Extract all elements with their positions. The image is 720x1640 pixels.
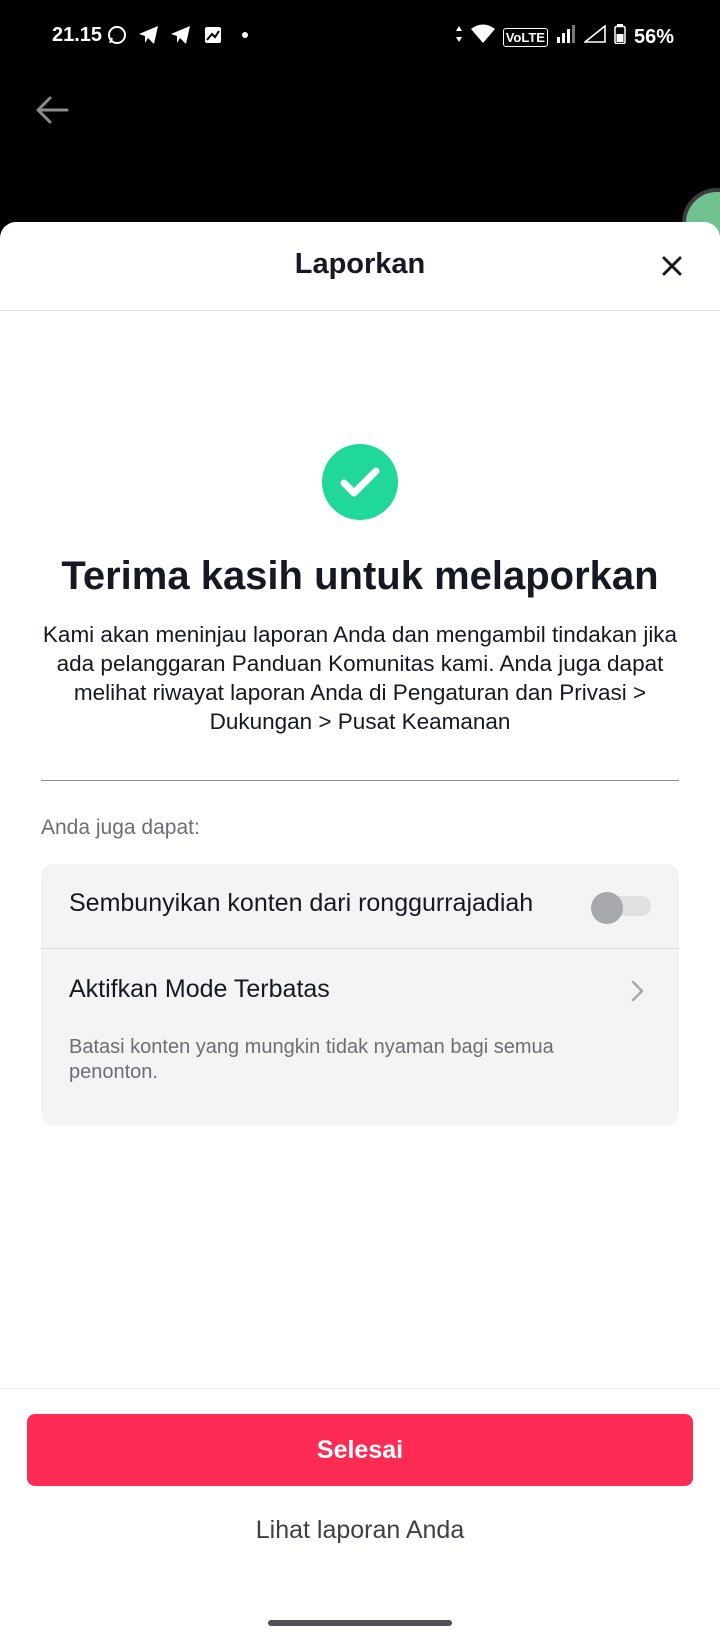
dot-icon bbox=[234, 24, 256, 46]
arrow-left-icon bbox=[36, 96, 69, 124]
restricted-mode-option[interactable]: Aktifkan Mode Terbatas Batasi konten yan… bbox=[41, 949, 679, 1126]
options-card: Sembunyikan konten dari ronggurrajadiah … bbox=[41, 864, 679, 1126]
success-check-icon bbox=[322, 444, 398, 520]
status-bar: 21.15 VoLTE 56% bbox=[0, 0, 720, 72]
sheet-header: Laporkan bbox=[0, 222, 720, 311]
done-button[interactable]: Selesai bbox=[27, 1414, 693, 1486]
restricted-mode-title: Aktifkan Mode Terbatas bbox=[69, 975, 330, 1003]
close-button[interactable] bbox=[654, 248, 690, 284]
restricted-mode-description: Batasi konten yang mungkin tidak nyaman … bbox=[69, 1036, 554, 1083]
signal-icon bbox=[556, 25, 576, 49]
whatsapp-icon bbox=[106, 24, 128, 46]
view-reports-link[interactable]: Lihat laporan Anda bbox=[0, 1516, 720, 1545]
hide-content-toggle[interactable] bbox=[591, 892, 653, 924]
signal-empty-icon bbox=[582, 24, 606, 49]
battery-percent: 56% bbox=[633, 25, 674, 48]
system-status-icons: VoLTE 56% bbox=[455, 24, 674, 50]
close-icon bbox=[662, 256, 682, 276]
telegram-icon bbox=[138, 24, 160, 46]
divider bbox=[41, 780, 679, 781]
home-indicator[interactable] bbox=[268, 1620, 452, 1626]
sheet-title: Laporkan bbox=[294, 248, 426, 280]
confirmation-heading: Terima kasih untuk melaporkan bbox=[61, 554, 659, 598]
hide-content-label: Sembunyikan konten dari ronggurrajadiah bbox=[69, 889, 534, 917]
report-sheet: Laporkan Terima kasih untuk melaporkan K… bbox=[0, 222, 720, 1640]
telegram-icon bbox=[170, 24, 192, 46]
gallery-icon bbox=[202, 24, 224, 46]
data-arrows-icon bbox=[455, 25, 463, 49]
status-time: 21.15 bbox=[52, 24, 103, 46]
battery-icon bbox=[614, 24, 626, 50]
footer-divider bbox=[0, 1388, 720, 1389]
hide-content-option[interactable]: Sembunyikan konten dari ronggurrajadiah bbox=[41, 864, 679, 949]
chevron-right-icon bbox=[627, 977, 647, 1005]
notification-icons bbox=[106, 24, 256, 46]
toggle-knob bbox=[591, 892, 623, 924]
options-label: Anda juga dapat: bbox=[41, 816, 200, 839]
confirmation-description: Kami akan meninjau laporan Anda dan meng… bbox=[42, 622, 678, 734]
back-button[interactable] bbox=[30, 88, 74, 132]
wifi-icon bbox=[470, 24, 495, 50]
volte-badge: VoLTE bbox=[502, 27, 548, 47]
